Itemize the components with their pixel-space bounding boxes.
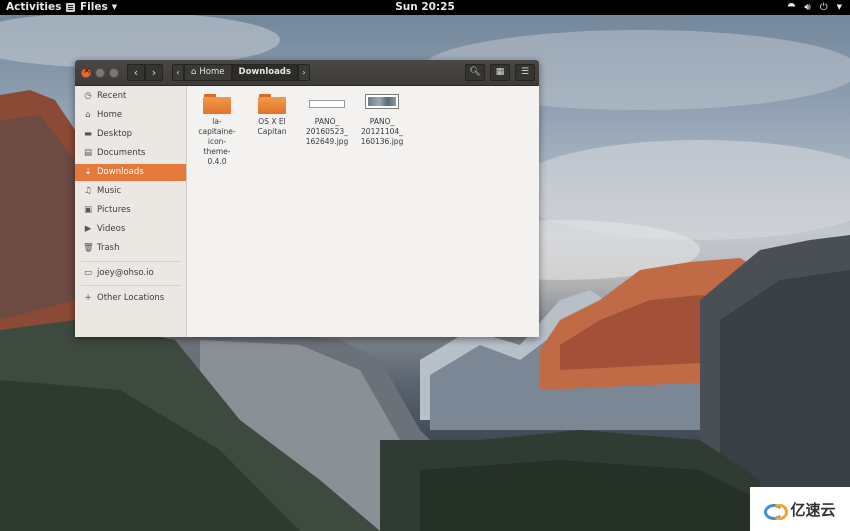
home-icon: ⌂ <box>191 67 197 77</box>
power-icon: ⏻ <box>819 2 828 13</box>
path-scroll-right-button[interactable]: › <box>297 64 310 81</box>
network-drive-icon: ▭ <box>83 268 93 278</box>
file-name: la- capitaine- icon- theme- 0.4.0 <box>198 117 236 166</box>
sidebar-item-label: Videos <box>97 224 126 234</box>
menu-button[interactable]: ☰ <box>515 64 535 81</box>
sidebar-item-label: Pictures <box>97 205 131 215</box>
file-name: PANO_ 20160523_ 162649.jpg <box>305 117 349 146</box>
minimize-window-button[interactable] <box>95 68 105 78</box>
download-icon: ⇣ <box>84 167 92 177</box>
file-name: OS X El Capitan <box>257 117 287 136</box>
grid-view-icon: ▦ <box>495 67 505 77</box>
sidebar-divider <box>81 261 181 262</box>
sidebar-item-label: Other Locations <box>97 293 165 303</box>
sidebar-item-account[interactable]: ▭ joey@ohso.io <box>75 265 186 282</box>
image-file-icon <box>364 94 400 114</box>
close-window-button[interactable] <box>81 66 91 78</box>
path-bar: ‹ ⌂ Home Downloads › <box>172 64 310 81</box>
search-button[interactable]: 🔍︎ <box>465 64 485 81</box>
hamburger-menu-icon: ☰ <box>520 67 530 77</box>
desktop-icon: ▬ <box>83 129 93 139</box>
chevron-right-icon: › <box>151 66 157 79</box>
documents-icon: ▤ <box>83 148 93 158</box>
volume-icon: 🔊︎ <box>804 2 811 13</box>
header-bar: ‹ › ‹ ⌂ Home Downloads › 🔍︎ ▦ ☰ <box>75 60 539 86</box>
sidebar-item-trash[interactable]: 🗑︎ Trash <box>75 240 186 257</box>
file-item[interactable]: OS X El Capitan <box>248 94 296 137</box>
sidebar-divider <box>81 285 181 286</box>
chevron-left-small-icon: ‹ <box>176 68 180 77</box>
top-bar: Activities Files ▼ Sun 20:25 ⯊ 🔊︎ ⏻ ▼ <box>0 0 850 15</box>
file-name: PANO_ 20121104_ 160136.jpg <box>360 117 404 146</box>
file-item[interactable]: PANO_ 20121104_ 160136.jpg <box>358 94 406 147</box>
sidebar: ◷ Recent ⌂ Home ▬ Desktop ▤ Documents ⇣ … <box>75 86 187 337</box>
network-icon: ⯊ <box>787 2 796 13</box>
home-icon: ⌂ <box>85 110 91 120</box>
file-item[interactable]: la- capitaine- icon- theme- 0.4.0 <box>193 94 241 167</box>
path-crumb-home[interactable]: ⌂ Home <box>184 64 232 81</box>
tray-caret-down-icon: ▼ <box>836 3 842 11</box>
sidebar-item-label: Music <box>97 186 122 196</box>
sidebar-item-desktop[interactable]: ▬ Desktop <box>75 126 186 143</box>
plus-icon: + <box>84 293 92 303</box>
back-button[interactable]: ‹ <box>127 64 145 81</box>
sidebar-item-home[interactable]: ⌂ Home <box>75 107 186 124</box>
sidebar-item-label: Trash <box>97 243 120 253</box>
cloud-logo-icon <box>764 500 789 520</box>
search-icon: 🔍︎ <box>469 67 481 77</box>
view-toggle-button[interactable]: ▦ <box>490 64 510 81</box>
sidebar-item-other-locations[interactable]: + Other Locations <box>75 290 186 307</box>
watermark-text: 亿速云 <box>790 500 836 519</box>
forward-button[interactable]: › <box>145 64 163 81</box>
path-crumb-home-label: Home <box>199 67 225 77</box>
sidebar-item-label: Desktop <box>97 129 133 139</box>
sidebar-item-label: Downloads <box>97 167 144 177</box>
sidebar-item-recent[interactable]: ◷ Recent <box>75 88 186 105</box>
chevron-left-icon: ‹ <box>133 66 139 79</box>
sidebar-item-label: Home <box>97 110 123 120</box>
maximize-window-button[interactable] <box>109 68 119 78</box>
files-window: ‹ › ‹ ⌂ Home Downloads › 🔍︎ ▦ ☰ ◷ Recent… <box>75 60 539 337</box>
music-icon: ♫ <box>84 186 92 196</box>
path-crumb-current[interactable]: Downloads <box>231 64 298 81</box>
image-file-icon <box>309 94 345 114</box>
sidebar-item-documents[interactable]: ▤ Documents <box>75 145 186 162</box>
chevron-right-small-icon: › <box>302 68 306 77</box>
trash-icon: 🗑︎ <box>83 243 94 253</box>
sidebar-item-label: joey@ohso.io <box>97 268 154 278</box>
system-tray[interactable]: ⯊ 🔊︎ ⏻ ▼ <box>787 0 842 15</box>
path-scroll-left-button[interactable]: ‹ <box>172 64 184 81</box>
file-view[interactable]: la- capitaine- icon- theme- 0.4.0 OS X E… <box>187 86 539 337</box>
clock-icon: ◷ <box>84 91 92 101</box>
watermark: 亿速云 <box>750 487 850 531</box>
sidebar-item-label: Documents <box>97 148 146 158</box>
sidebar-item-label: Recent <box>97 91 127 101</box>
sidebar-item-videos[interactable]: ▶ Videos <box>75 221 186 238</box>
sidebar-item-downloads[interactable]: ⇣ Downloads <box>75 164 186 181</box>
folder-icon <box>258 94 286 114</box>
pictures-icon: ▣ <box>83 205 93 215</box>
file-item[interactable]: PANO_ 20160523_ 162649.jpg <box>303 94 351 147</box>
clock[interactable]: Sun 20:25 <box>0 0 850 15</box>
videos-icon: ▶ <box>84 224 92 234</box>
folder-icon <box>203 94 231 114</box>
sidebar-item-music[interactable]: ♫ Music <box>75 183 186 200</box>
sidebar-item-pictures[interactable]: ▣ Pictures <box>75 202 186 219</box>
